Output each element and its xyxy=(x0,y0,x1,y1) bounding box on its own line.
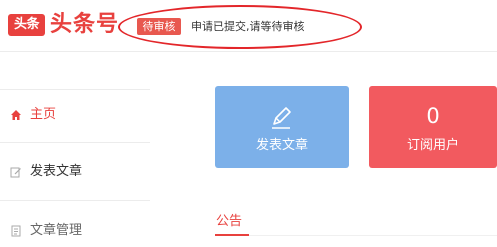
sidebar-divider xyxy=(0,89,150,90)
top-header: 头条 头条号 待审核 申请已提交,请等待审核 xyxy=(0,0,497,52)
sidebar: 主页 发表文章 文章管理 xyxy=(0,53,165,247)
document-icon xyxy=(9,224,23,238)
sidebar-item-manage[interactable]: 文章管理 xyxy=(0,215,150,247)
sidebar-item-home[interactable]: 主页 xyxy=(0,99,150,131)
home-icon xyxy=(9,108,23,122)
publish-article-card[interactable]: 发表文章 xyxy=(215,86,349,168)
subscribers-card[interactable]: 0 订阅用户 xyxy=(369,86,497,168)
notice-divider xyxy=(215,235,497,236)
sidebar-item-label: 文章管理 xyxy=(30,223,83,238)
status-message: 申请已提交,请等待审核 xyxy=(191,20,305,33)
subscriber-count: 0 xyxy=(426,104,440,128)
publish-card-label: 发表文章 xyxy=(255,138,308,153)
subscribers-card-label: 订阅用户 xyxy=(406,138,459,153)
edit-icon xyxy=(9,165,23,179)
sidebar-divider xyxy=(0,200,150,201)
logo-text[interactable]: 头条号 xyxy=(50,8,119,42)
logo-badge[interactable]: 头条 xyxy=(8,14,45,36)
status-badge: 待审核 xyxy=(137,18,181,35)
notice-tab-underline xyxy=(215,234,249,236)
sidebar-item-publish[interactable]: 发表文章 xyxy=(0,156,150,188)
notice-tab[interactable]: 公告 xyxy=(216,212,242,232)
sidebar-divider xyxy=(0,142,150,143)
page: 头条 头条号 待审核 申请已提交,请等待审核 主页 发表文章 文章管理 发表文章… xyxy=(0,0,497,247)
sidebar-item-label: 发表文章 xyxy=(30,164,83,179)
pen-icon xyxy=(268,104,294,132)
sidebar-item-label: 主页 xyxy=(30,107,57,122)
